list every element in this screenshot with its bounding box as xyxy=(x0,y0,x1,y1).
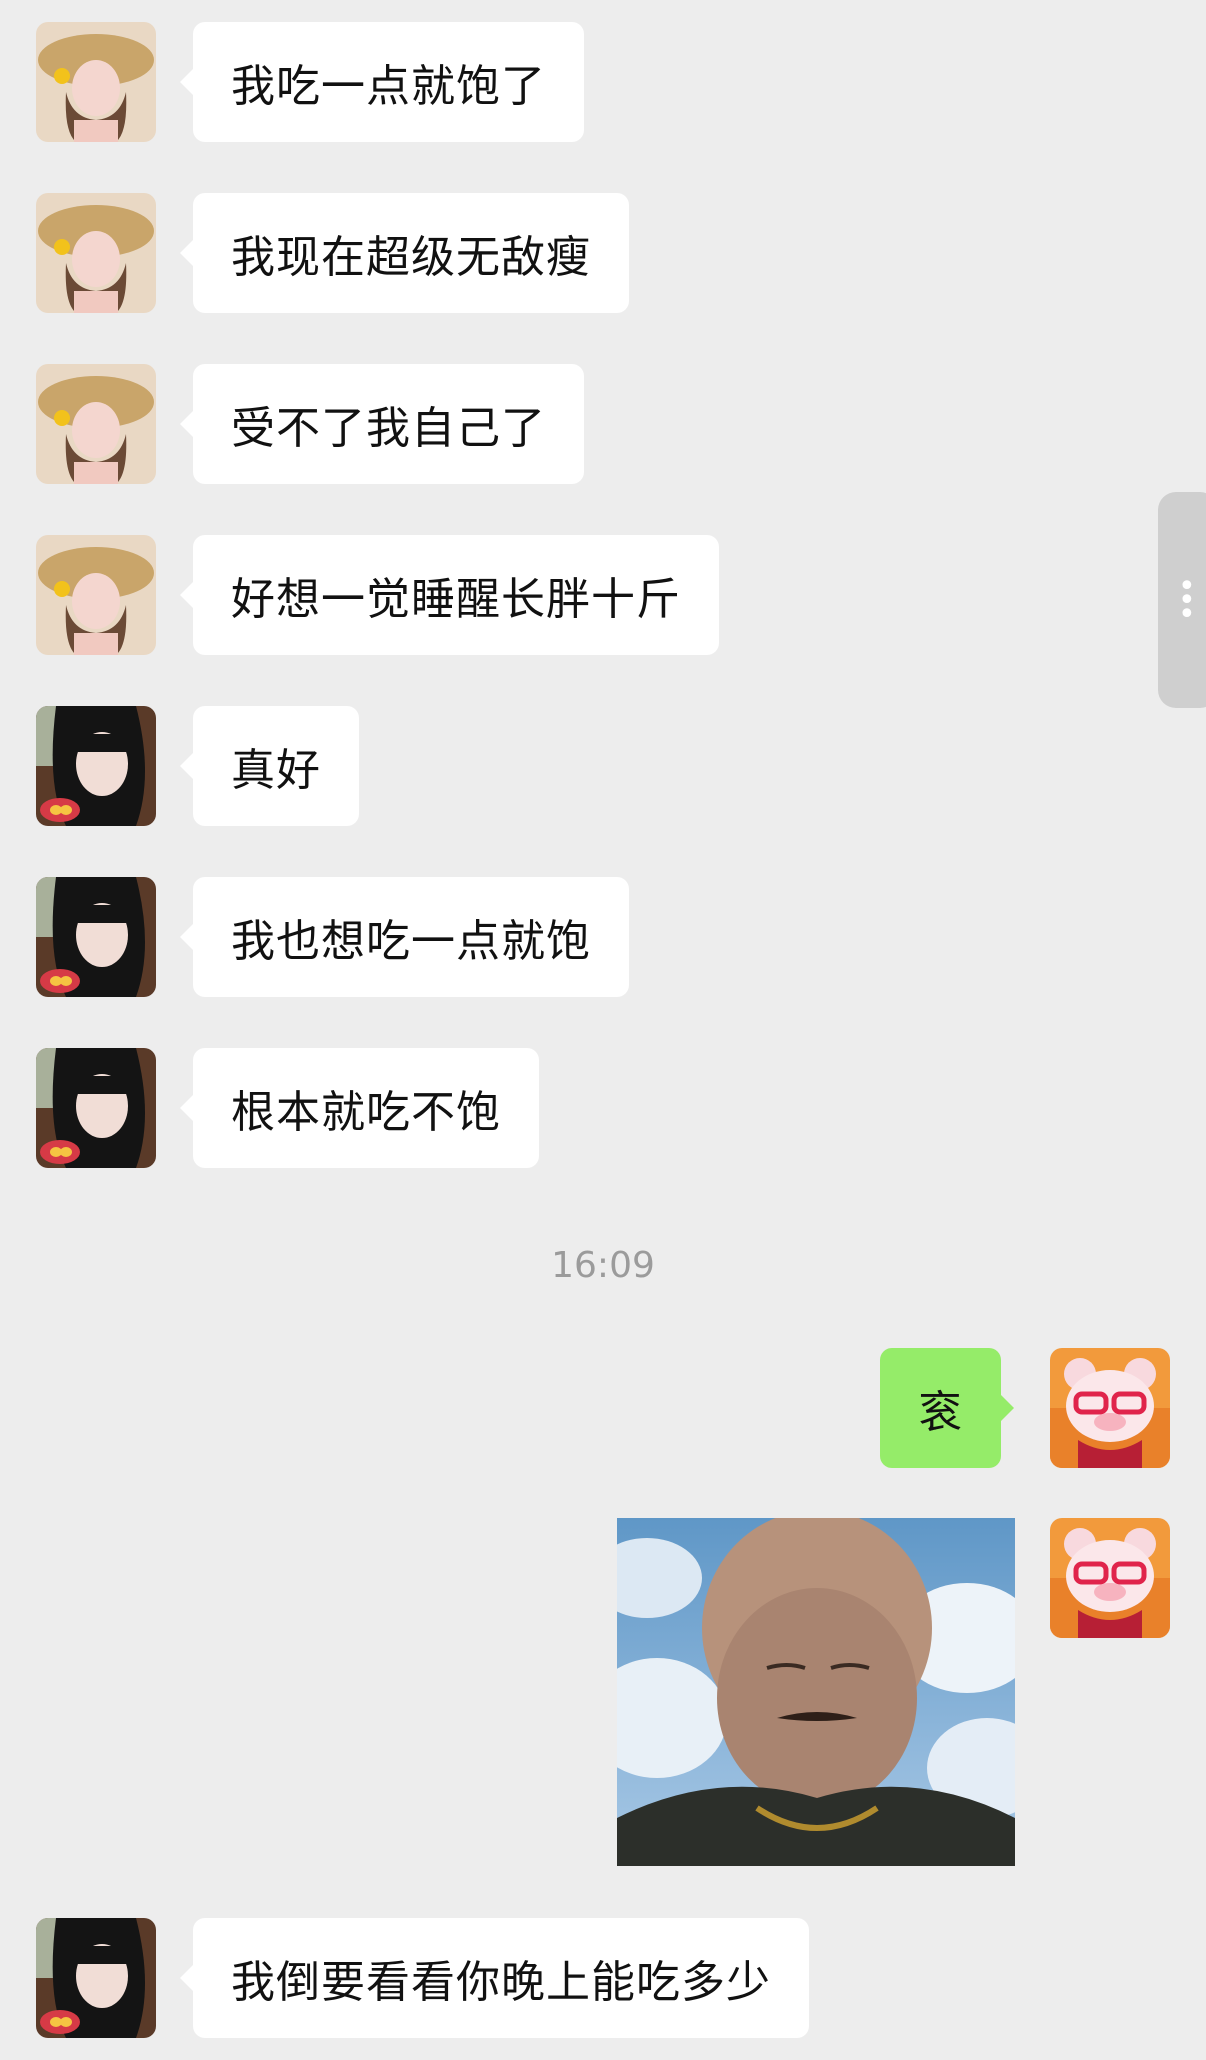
avatar-friend-b[interactable] xyxy=(36,1048,156,1168)
avatar-friend-a[interactable] xyxy=(36,22,156,142)
avatar-friend-a[interactable] xyxy=(36,364,156,484)
avatar-friend-b[interactable] xyxy=(36,1918,156,2038)
avatar-friend-b[interactable] xyxy=(36,706,156,826)
message-bubble[interactable]: 受不了我自己了 xyxy=(180,364,584,484)
timestamp: 16:09 xyxy=(551,1245,655,1286)
message-text: 真好 xyxy=(231,745,321,796)
message-text: 我吃一点就饱了 xyxy=(231,61,546,112)
message-bubble[interactable]: 我也想吃一点就饱 xyxy=(180,877,629,997)
bald-man-sticker[interactable] xyxy=(617,1518,1015,1866)
message-bubble[interactable]: 我现在超级无敌瘦 xyxy=(180,193,629,313)
message-bubble[interactable]: 根本就吃不饱 xyxy=(180,1048,539,1168)
message-text: 衮 xyxy=(918,1387,963,1438)
side-panel-handle[interactable]: • • • xyxy=(1158,492,1206,708)
message-bubble[interactable]: 我吃一点就饱了 xyxy=(180,22,584,142)
message-text: 我也想吃一点就饱 xyxy=(231,916,591,967)
message-bubble[interactable]: 好想一觉睡醒长胖十斤 xyxy=(180,535,719,655)
message-bubble-outgoing[interactable]: 衮 xyxy=(880,1348,1014,1468)
more-dots-icon: • • • xyxy=(1178,569,1196,632)
avatar-me[interactable] xyxy=(1050,1348,1170,1468)
avatar-friend-a[interactable] xyxy=(36,535,156,655)
message-text: 我现在超级无敌瘦 xyxy=(231,232,591,283)
message-text: 我倒要看看你晚上能吃多少 xyxy=(231,1957,771,2008)
message-text: 根本就吃不饱 xyxy=(231,1087,501,1138)
avatar-me[interactable] xyxy=(1050,1518,1170,1638)
avatar-friend-b[interactable] xyxy=(36,877,156,997)
message-bubble[interactable]: 真好 xyxy=(180,706,359,826)
message-text: 受不了我自己了 xyxy=(231,403,546,454)
message-bubble[interactable]: 我倒要看看你晚上能吃多少 xyxy=(180,1918,809,2038)
avatar-friend-a[interactable] xyxy=(36,193,156,313)
message-text: 好想一觉睡醒长胖十斤 xyxy=(231,574,681,625)
chat-area[interactable]: 我吃一点就饱了 我现在超级无敌瘦 受不了我自己了 好想一觉睡醒长胖十斤 真好 我… xyxy=(0,0,1206,2060)
